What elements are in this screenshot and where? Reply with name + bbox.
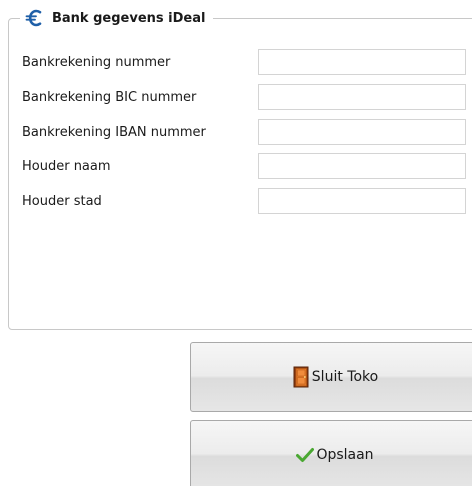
holder-city-label: Houder stad [22,193,102,209]
account-number-label: Bankrekening nummer [22,54,171,70]
bic-number-input[interactable] [258,84,466,110]
iban-number-label: Bankrekening IBAN nummer [22,124,206,140]
bank-details-panel: Bank gegevens iDeal Bankrekening nummer … [0,0,472,486]
euro-icon [24,8,46,28]
form-row-bic-number: Bankrekening BIC nummer [22,83,196,111]
holder-city-input[interactable] [258,188,466,214]
checkmark-icon [296,444,315,466]
section-title: Bank gegevens iDeal [52,10,206,26]
form-row-iban-number: Bankrekening IBAN nummer [22,118,206,146]
form-row-account-number: Bankrekening nummer [22,48,170,76]
close-toko-button[interactable]: Sluit Toko [190,342,472,412]
bic-number-label: Bankrekening BIC nummer [22,89,197,105]
iban-number-input[interactable] [258,119,466,145]
holder-name-label: Houder naam [22,158,111,174]
form-row-holder-city: Houder stad [22,187,102,215]
holder-name-input[interactable] [258,153,466,179]
save-button[interactable]: Opslaan [190,420,472,486]
close-toko-label: Sluit Toko [311,369,379,385]
account-number-input[interactable] [258,49,466,75]
save-label: Opslaan [316,447,374,463]
form-row-holder-name: Houder naam [22,152,111,180]
door-icon [292,366,310,388]
groupbox-header: Bank gegevens iDeal [20,8,214,28]
